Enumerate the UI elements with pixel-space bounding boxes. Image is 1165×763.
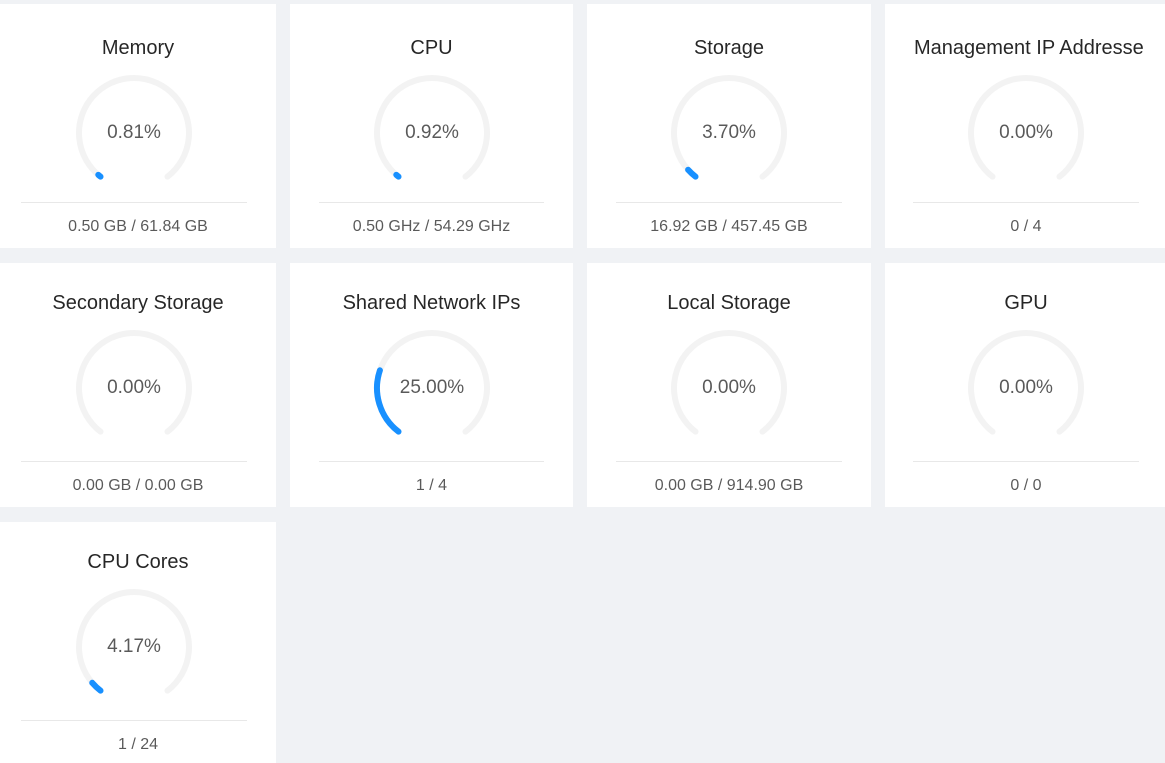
card-title: CPU Cores [87,551,189,573]
card-usage-value: 16.92 GB / 457.45 GB [650,218,808,235]
card-usage-value: 0.00 GB / 0.00 GB [72,477,204,494]
gauge-percent: 25.00% [399,377,465,398]
card-divider [21,461,247,462]
usage-gauge: 0.00% [664,323,794,453]
card-divider [913,461,1139,462]
card-title: Secondary Storage [52,292,224,314]
gauge-progress [95,171,104,180]
card-usage-value: 0.50 GB / 61.84 GB [68,218,208,235]
gpu-card: GPU 0.00% 0 / 0 [885,263,1165,507]
card-usage-value: 1 / 24 [117,736,159,753]
card-divider [319,202,544,203]
card-title: GPU [1004,292,1048,314]
card-divider [21,720,247,721]
card-title: Memory [101,37,175,59]
card-title: Local Storage [667,292,791,314]
gauge-percent: 0.92% [405,122,459,143]
cpu-cores-card: CPU Cores 4.17% 1 / 24 [0,522,276,763]
card-usage-value: 0.50 GHz / 54.29 GHz [352,218,511,235]
storage-card: Storage 3.70% 16.92 GB / 457.45 GB [587,4,871,248]
shared-network-ips-card: Shared Network IPs 25.00% 1 / 4 [290,263,573,507]
card-title: Shared Network IPs [342,292,521,314]
card-usage-value: 1 / 4 [415,477,448,494]
secondary-storage-card: Secondary Storage 0.00% 0.00 GB / 0.00 G… [0,263,276,507]
card-divider [913,202,1139,203]
gauge-progress [89,679,104,694]
gauge-percent: 0.00% [702,377,756,398]
gauge-progress [393,171,402,180]
card-usage-value: 0 / 4 [1010,218,1042,235]
gauge-percent: 3.70% [702,122,756,143]
usage-gauge: 0.81% [69,68,199,198]
usage-gauge: 25.00% [367,323,497,453]
card-usage-value: 0 / 0 [1010,477,1042,494]
gauge-percent: 0.00% [107,377,161,398]
usage-gauge: 4.17% [69,582,199,712]
usage-gauge: 0.00% [961,323,1091,453]
usage-gauge: 0.00% [69,323,199,453]
gauge-percent: 4.17% [107,636,161,657]
card-divider [21,202,247,203]
local-storage-card: Local Storage 0.00% 0.00 GB / 914.90 GB [587,263,871,507]
card-divider [319,461,544,462]
gauge-progress [685,166,699,180]
management-ip-card: Management IP Addresse 0.00% 0 / 4 [885,4,1165,248]
card-title: Storage [693,37,765,59]
gauge-percent: 0.81% [107,122,161,143]
gauge-percent: 0.00% [999,122,1053,143]
memory-card: Memory 0.81% 0.50 GB / 61.84 GB [0,4,276,248]
card-usage-value: 0.00 GB / 914.90 GB [654,477,804,494]
card-divider [616,461,842,462]
card-divider [616,202,842,203]
usage-gauge: 0.00% [961,68,1091,198]
resource-usage-grid: Memory 0.81% 0.50 GB / 61.84 GB CPU 0.92… [0,0,1165,763]
gauge-percent: 0.00% [999,377,1053,398]
cpu-card: CPU 0.92% 0.50 GHz / 54.29 GHz [290,4,573,248]
card-title: Management IP Addresse [914,37,1144,59]
card-title: CPU [410,37,453,59]
usage-gauge: 3.70% [664,68,794,198]
usage-gauge: 0.92% [367,68,497,198]
